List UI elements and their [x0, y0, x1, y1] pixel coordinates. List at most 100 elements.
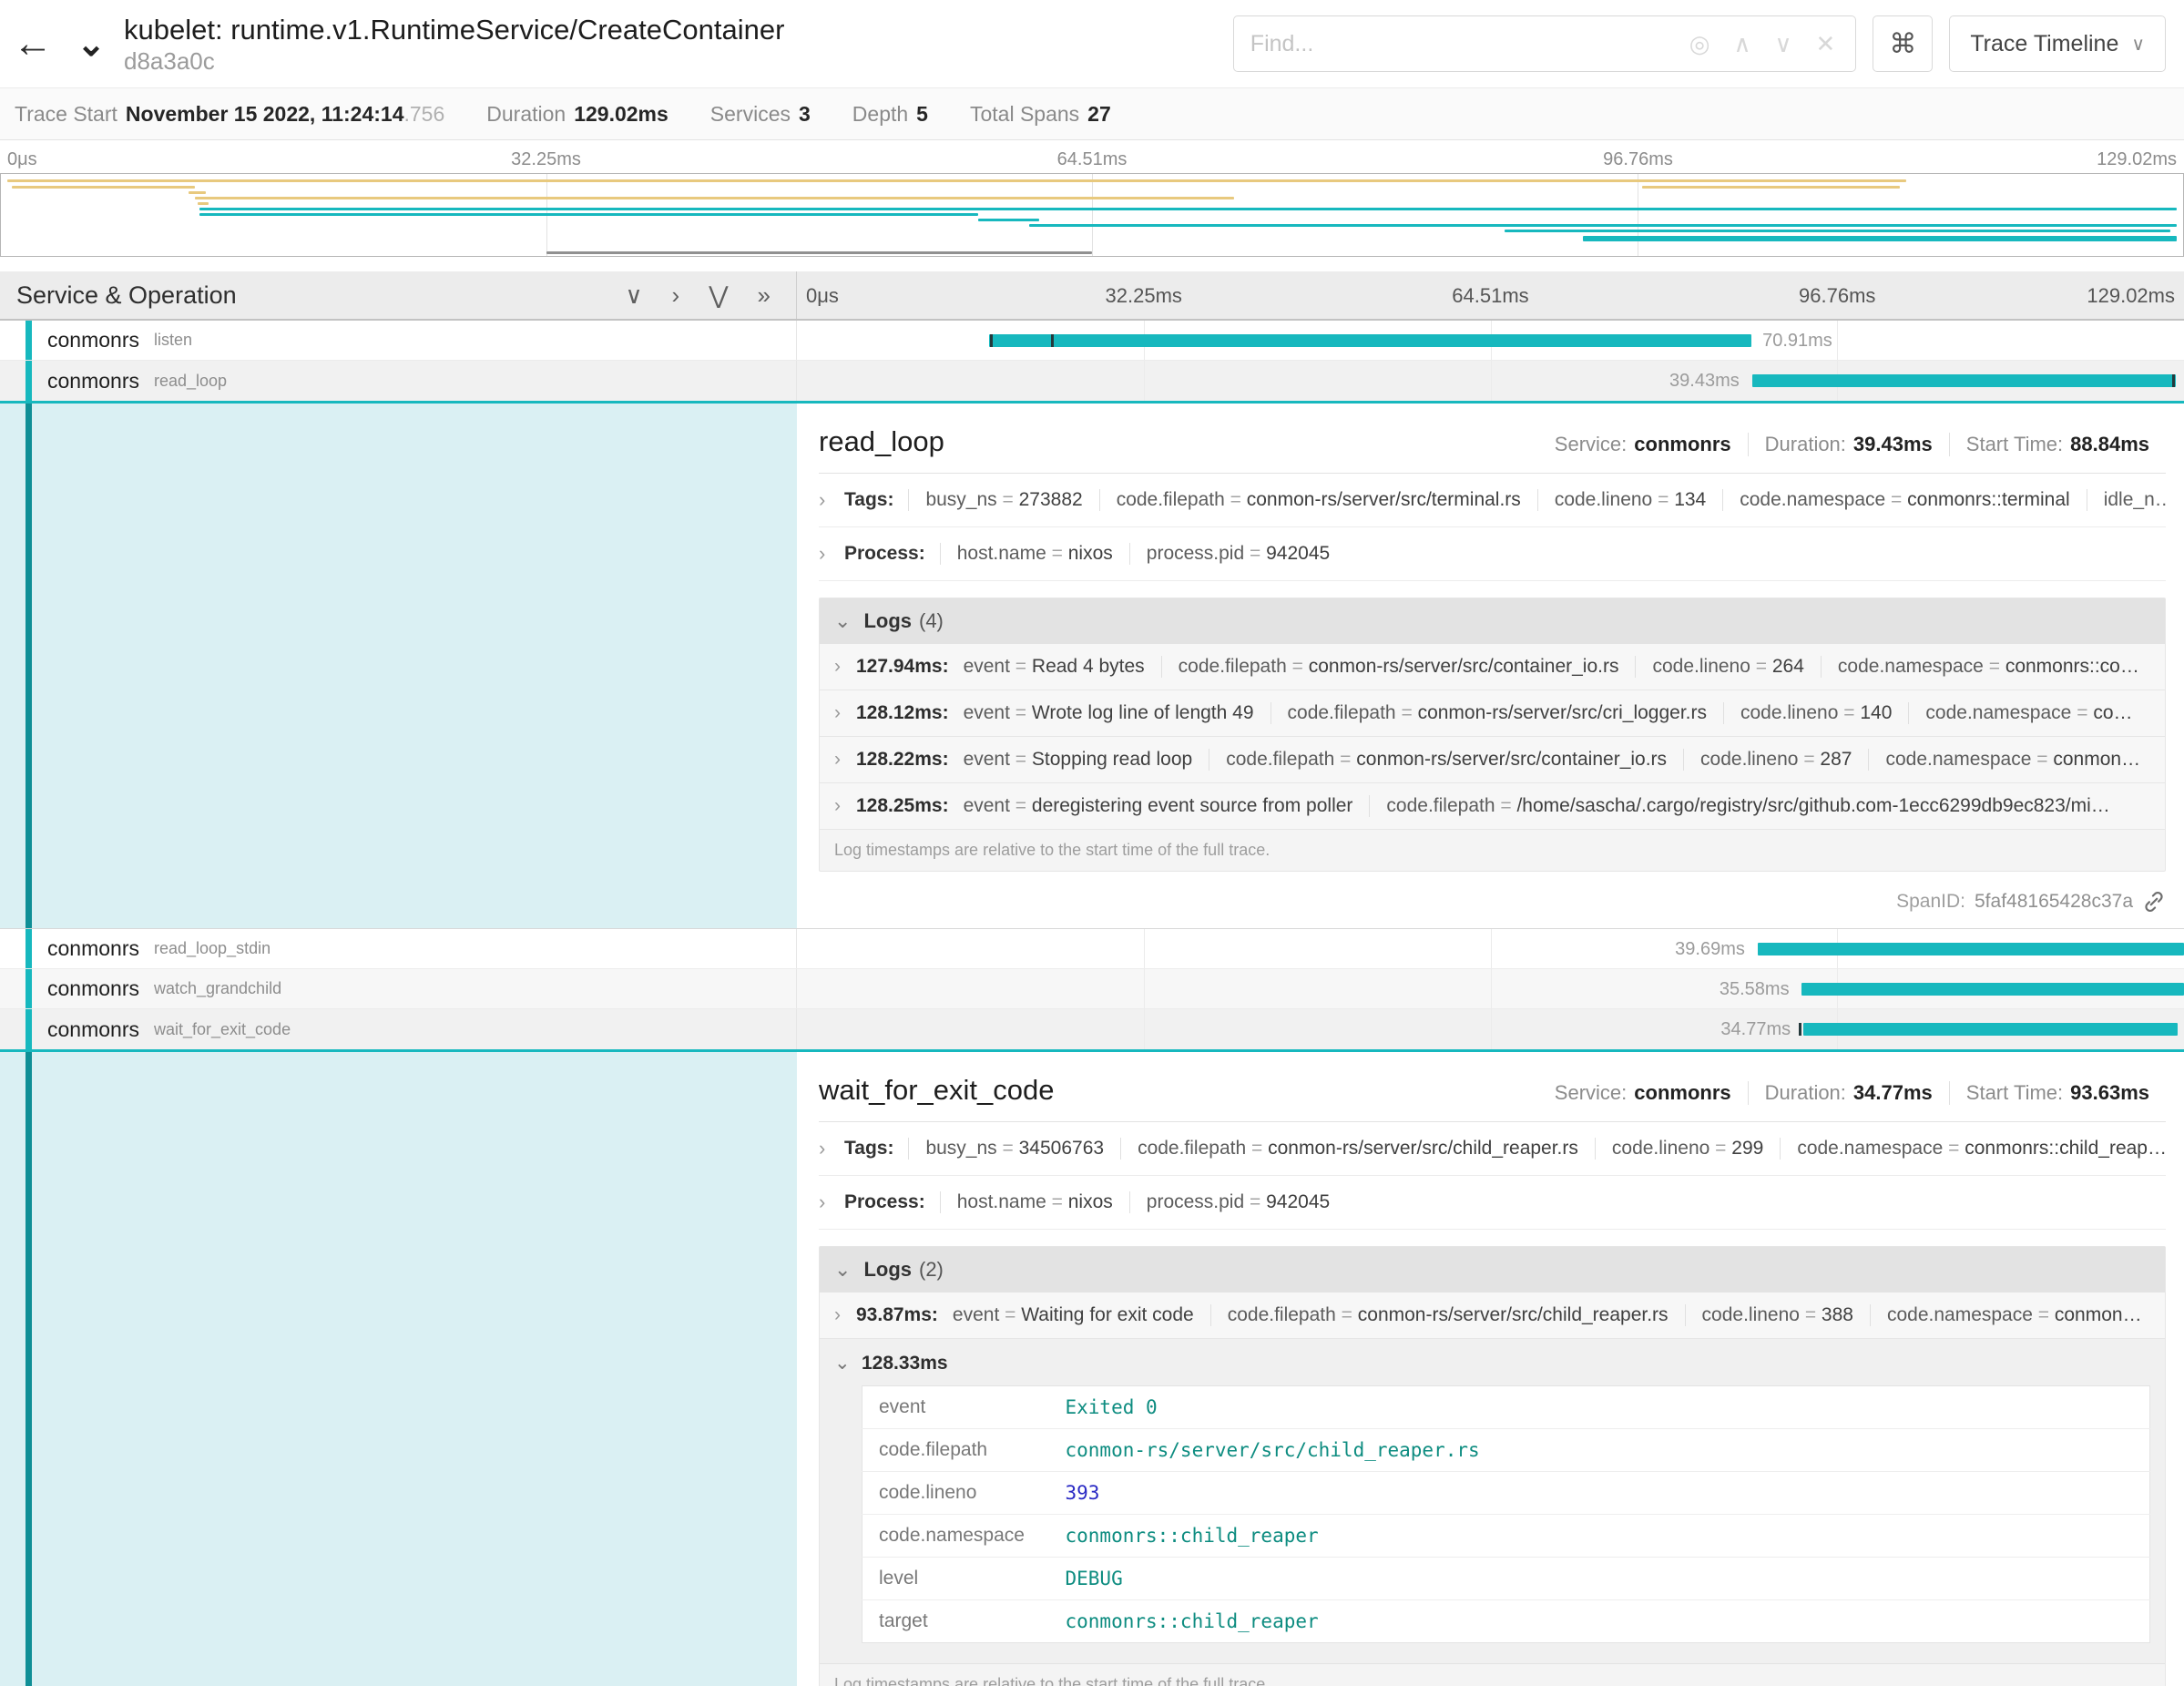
prev-match-icon[interactable]: ∧: [1733, 30, 1750, 58]
chevron-right-icon[interactable]: ›: [819, 1190, 844, 1214]
minimap-canvas[interactable]: [0, 173, 2184, 257]
span-row-wait-for-exit-code[interactable]: conmonrs wait_for_exit_code 34.77ms: [0, 1009, 2184, 1049]
logs-header[interactable]: ⌄ Logs (4): [820, 598, 2165, 644]
chevron-right-icon[interactable]: ›: [819, 1137, 844, 1160]
span-service: conmonrs: [47, 369, 139, 393]
log-field: code.lineno 264: [1635, 656, 1820, 678]
expand-all-icon[interactable]: ⋁: [709, 281, 728, 310]
log-field: code.lineno 140: [1723, 702, 1908, 724]
span-name-cell: conmonrs listen: [0, 321, 797, 360]
kv-key: code.lineno: [862, 1472, 1049, 1515]
span-tree-guide: [26, 361, 32, 401]
span-row-watch-grandchild[interactable]: conmonrs watch_grandchild 35.58ms: [0, 969, 2184, 1009]
start-time-label: Start Time:: [1966, 1081, 2063, 1104]
logs-count: (2): [919, 1258, 944, 1282]
detail-meta: Service:conmonrs Duration:34.77ms Start …: [1538, 1081, 2166, 1105]
log-field: code.filepath conmon-rs/server/src/child…: [1210, 1304, 1685, 1326]
summary-value: 3: [799, 102, 811, 126]
logs-label: Logs: [863, 1258, 912, 1282]
log-fields: event Wrote log line of length 49 code.f…: [962, 702, 2149, 724]
expand-one-level-icon[interactable]: ∨: [626, 281, 643, 310]
chevron-right-icon[interactable]: ›: [819, 488, 844, 512]
detail-header: read_loop Service:conmonrs Duration:39.4…: [819, 425, 2166, 458]
span-duration-label: 70.91ms: [1753, 331, 1832, 352]
span-bar[interactable]: [1752, 374, 2176, 387]
table-row: code.filepath conmon-rs/server/src/child…: [862, 1429, 2150, 1472]
log-timestamp: 128.33ms: [862, 1353, 948, 1374]
kv-value: conmonrs::child_reaper: [1049, 1515, 2150, 1558]
header-actions: ◎ ∧ ∨ ✕ ⌘ Trace Timeline ∨: [1233, 15, 2166, 72]
log-field: event Read 4 bytes: [962, 656, 1161, 678]
kv-value: DEBUG: [1049, 1558, 2150, 1600]
span-operation: listen: [154, 331, 192, 350]
kv-key: code.filepath: [862, 1429, 1049, 1472]
minimap-span-line: [199, 213, 978, 216]
span-bar[interactable]: [1758, 943, 2184, 955]
next-match-icon[interactable]: ∨: [1775, 30, 1792, 58]
span-row-read-loop-stdin[interactable]: conmonrs read_loop_stdin 39.69ms: [0, 929, 2184, 969]
tag-pair: code.filepath conmon-rs/server/src/termi…: [1099, 489, 1537, 511]
span-bar[interactable]: [1803, 1023, 2177, 1036]
minimap-tick: 32.25ms: [511, 149, 581, 170]
service-operation-header: Service & Operation: [16, 281, 237, 310]
trace-header-chevron-button[interactable]: ⌄: [66, 0, 117, 87]
start-time-value: 88.84ms: [2070, 433, 2149, 455]
log-entry[interactable]: › 128.12ms: event Wrote log line of leng…: [820, 690, 2165, 737]
span-tree-guide: [26, 929, 32, 968]
log-entry-expanded: ⌄ 128.33ms event Exited 0 code.filepath …: [820, 1339, 2165, 1664]
view-selector-label: Trace Timeline: [1970, 31, 2118, 57]
logs-header[interactable]: ⌄ Logs (2): [820, 1247, 2165, 1293]
detail-header: wait_for_exit_code Service:conmonrs Dura…: [819, 1074, 2166, 1107]
chevron-right-icon[interactable]: ›: [819, 542, 844, 566]
span-service: conmonrs: [47, 976, 139, 1001]
table-row: event Exited 0: [862, 1386, 2150, 1429]
log-entry[interactable]: › 128.25ms: event deregistering event so…: [820, 783, 2165, 830]
log-field: code.filepath conmon-rs/server/src/conta…: [1209, 749, 1683, 771]
duration-label: Duration:: [1765, 433, 1846, 455]
span-bar[interactable]: [1801, 983, 2184, 996]
expanded-log-header[interactable]: ⌄ 128.33ms: [829, 1339, 2150, 1385]
span-bar[interactable]: [989, 334, 1751, 347]
span-bar-cell: 34.77ms: [797, 1009, 2184, 1049]
log-entry[interactable]: › 93.87ms: event Waiting for exit code c…: [820, 1293, 2165, 1339]
tag-pair: code.filepath conmon-rs/server/src/child…: [1120, 1138, 1595, 1160]
detail-title: wait_for_exit_code: [819, 1074, 1055, 1107]
span-service: conmonrs: [47, 1017, 139, 1042]
minimap-span-line: [189, 191, 206, 194]
minimap-span-line: [1583, 236, 2177, 241]
log-field: code.lineno 388: [1685, 1304, 1870, 1326]
logs-footnote: Log timestamps are relative to the start…: [820, 1664, 2165, 1686]
tags-row[interactable]: › Tags: busy_ns 273882 code.filepath con…: [819, 474, 2166, 527]
trace-view-selector[interactable]: Trace Timeline ∨: [1949, 15, 2166, 72]
span-row-read-loop[interactable]: conmonrs read_loop 39.43ms: [0, 361, 2184, 401]
chevron-down-icon: ⌄: [834, 1352, 862, 1374]
title-block: kubelet: runtime.v1.RuntimeService/Creat…: [124, 13, 784, 75]
back-button[interactable]: ←: [0, 0, 66, 87]
log-entry[interactable]: › 127.94ms: event Read 4 bytes code.file…: [820, 644, 2165, 690]
page-title: kubelet: runtime.v1.RuntimeService/Creat…: [124, 13, 784, 47]
summary-label: Trace Start: [15, 102, 117, 126]
tags-label: Tags:: [844, 1138, 893, 1160]
process-row[interactable]: › Process: host.name nixos process.pid 9…: [819, 527, 2166, 581]
minimap-span-line: [7, 179, 1906, 182]
log-entry[interactable]: › 128.22ms: event Stopping read loop cod…: [820, 737, 2165, 783]
log-timestamp: 93.87ms:: [856, 1304, 938, 1326]
span-duration-label: 39.43ms: [1669, 371, 1749, 392]
collapse-one-level-icon[interactable]: ›: [672, 281, 680, 310]
locate-icon[interactable]: ◎: [1689, 30, 1710, 58]
kv-key: level: [862, 1558, 1049, 1600]
log-marker: [2172, 374, 2175, 387]
trace-id: d8a3a0c: [124, 47, 784, 75]
collapse-all-icon[interactable]: »: [758, 281, 771, 310]
span-row-listen[interactable]: conmonrs listen 70.91ms: [0, 321, 2184, 361]
log-timestamp: 128.25ms:: [856, 795, 949, 817]
clear-search-icon[interactable]: ✕: [1816, 30, 1836, 58]
find-input[interactable]: [1250, 31, 1669, 57]
summary-item: Trace StartNovember 15 2022, 11:24:14.75…: [15, 102, 444, 127]
copy-link-icon[interactable]: [2142, 890, 2166, 914]
tags-row[interactable]: › Tags: busy_ns 34506763 code.filepath c…: [819, 1122, 2166, 1176]
minimap-scrubber[interactable]: [546, 251, 1092, 254]
process-row[interactable]: › Process: host.name nixos process.pid 9…: [819, 1176, 2166, 1230]
keyboard-shortcuts-button[interactable]: ⌘: [1873, 15, 1933, 72]
minimap-span-line: [12, 186, 195, 189]
